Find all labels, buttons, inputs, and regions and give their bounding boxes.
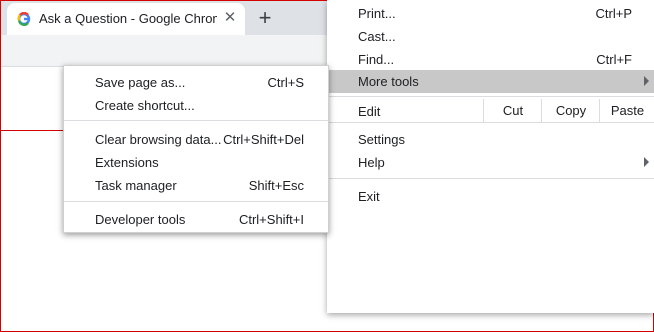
submenu-item-label: Clear browsing data... (95, 132, 222, 147)
submenu-item-developer-tools[interactable]: Developer tools Ctrl+Shift+I (64, 208, 328, 230)
menu-item-label: More tools (358, 74, 419, 89)
chrome-main-menu: Print... Ctrl+P Cast... Find... Ctrl+F M… (327, 0, 654, 313)
chevron-right-icon (644, 157, 649, 167)
menu-separator (327, 96, 654, 97)
submenu-item-label: Save page as... (95, 75, 186, 90)
submenu-item-label: Extensions (95, 155, 159, 170)
menu-item-exit[interactable]: Exit (327, 185, 654, 208)
menu-separator (64, 120, 328, 121)
paste-button[interactable]: Paste (599, 99, 654, 123)
submenu-item-shortcut: Shift+Esc (248, 178, 304, 193)
menu-item-cast[interactable]: Cast... (327, 25, 654, 48)
submenu-item-task-manager[interactable]: Task manager Shift+Esc (64, 174, 328, 196)
submenu-item-shortcut: Ctrl+Shift+Del (223, 132, 304, 147)
browser-tab[interactable]: Ask a Question - Google Chrome ✕ (7, 3, 245, 35)
menu-item-find[interactable]: Find... Ctrl+F (327, 48, 654, 71)
chevron-right-icon (644, 76, 649, 86)
menu-separator (64, 201, 328, 202)
submenu-item-create-shortcut[interactable]: Create shortcut... (64, 94, 328, 116)
tab-title: Ask a Question - Google Chrome (39, 11, 217, 26)
menu-item-label: Cast... (358, 29, 396, 44)
submenu-item-shortcut: Ctrl+Shift+I (238, 212, 304, 227)
menu-item-label: Help (358, 155, 385, 170)
menu-item-more-tools[interactable]: More tools (327, 70, 654, 93)
menu-item-shortcut: Ctrl+P (595, 6, 632, 21)
menu-item-settings[interactable]: Settings (327, 128, 654, 151)
edit-label: Edit (358, 104, 381, 119)
close-icon[interactable]: ✕ (221, 9, 239, 27)
menu-separator (327, 178, 654, 179)
cut-button[interactable]: Cut (483, 99, 542, 123)
menu-separator (327, 122, 654, 123)
menu-item-label: Settings (358, 132, 405, 147)
submenu-item-shortcut: Ctrl+S (267, 75, 304, 90)
copy-button[interactable]: Copy (541, 99, 600, 123)
submenu-item-clear-browsing-data[interactable]: Clear browsing data... Ctrl+Shift+Del (64, 128, 328, 150)
submenu-item-extensions[interactable]: Extensions (64, 151, 328, 173)
tab-strip: Ask a Question - Google Chrome ✕ + (1, 1, 329, 35)
new-tab-button[interactable]: + (253, 7, 277, 31)
menu-edit-row: Edit Cut Copy Paste (327, 99, 654, 123)
menu-item-print[interactable]: Print... Ctrl+P (327, 2, 654, 25)
menu-item-label: Exit (358, 189, 380, 204)
menu-item-label: Find... (358, 52, 395, 67)
menu-item-shortcut: Ctrl+F (596, 52, 632, 67)
menu-item-help[interactable]: Help (327, 151, 654, 174)
submenu-item-label: Developer tools (95, 212, 186, 227)
menu-item-label: Print... (358, 6, 396, 21)
submenu-item-label: Create shortcut... (95, 98, 195, 113)
browser-toolbar (1, 35, 329, 67)
submenu-item-label: Task manager (95, 178, 177, 193)
google-g-icon (17, 12, 31, 26)
more-tools-submenu: Save page as... Ctrl+S Create shortcut..… (63, 65, 329, 233)
submenu-item-save-page[interactable]: Save page as... Ctrl+S (64, 71, 328, 93)
